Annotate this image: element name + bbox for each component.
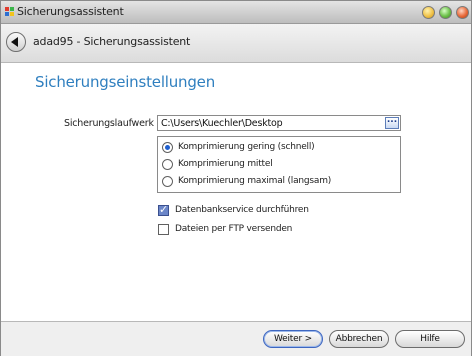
help-button[interactable]: Hilfe	[395, 330, 465, 348]
db-service-checkbox[interactable]	[158, 203, 169, 216]
radio-label: Komprimierung mittel	[178, 159, 273, 169]
ftp-checkbox[interactable]	[158, 224, 169, 235]
minimize-icon[interactable]	[422, 6, 435, 19]
backup-drive-input[interactable]	[161, 116, 383, 130]
backup-drive-label: Sicherungslaufwerk	[64, 118, 154, 129]
close-icon[interactable]	[456, 6, 469, 19]
radio-button[interactable]	[162, 176, 173, 187]
button-bar: Weiter > Abbrechen Hilfe	[1, 321, 471, 356]
navigation-bar: adad95 - Sicherungsassistent	[1, 24, 471, 63]
radio-label: Komprimierung maximal (langsam)	[178, 176, 332, 186]
back-button[interactable]	[6, 32, 26, 52]
next-button[interactable]: Weiter >	[263, 330, 323, 348]
cancel-button[interactable]: Abbrechen	[329, 330, 389, 348]
browse-button[interactable]: ...	[385, 116, 399, 129]
backup-drive-field: ...	[157, 115, 401, 131]
window-title: Sicherungsassistent	[17, 5, 124, 18]
content-panel: Sicherungseinstellungen Sicherungslaufwe…	[1, 63, 471, 321]
radio-button[interactable]	[162, 159, 173, 170]
radio-button[interactable]	[162, 142, 173, 153]
nav-title: adad95 - Sicherungsassistent	[33, 35, 191, 48]
compression-group: Komprimierung gering (schnell) Komprimie…	[157, 136, 401, 193]
radio-label: Komprimierung gering (schnell)	[178, 142, 315, 152]
wizard-window: Sicherungsassistent adad95 - Sicherungsa…	[0, 0, 472, 356]
title-bar: Sicherungsassistent	[1, 1, 471, 24]
ftp-label: Dateien per FTP versenden	[175, 224, 293, 234]
maximize-icon[interactable]	[439, 6, 452, 19]
app-icon	[5, 7, 14, 16]
db-service-label: Datenbankservice durchführen	[175, 205, 309, 215]
page-heading: Sicherungseinstellungen	[35, 73, 216, 91]
